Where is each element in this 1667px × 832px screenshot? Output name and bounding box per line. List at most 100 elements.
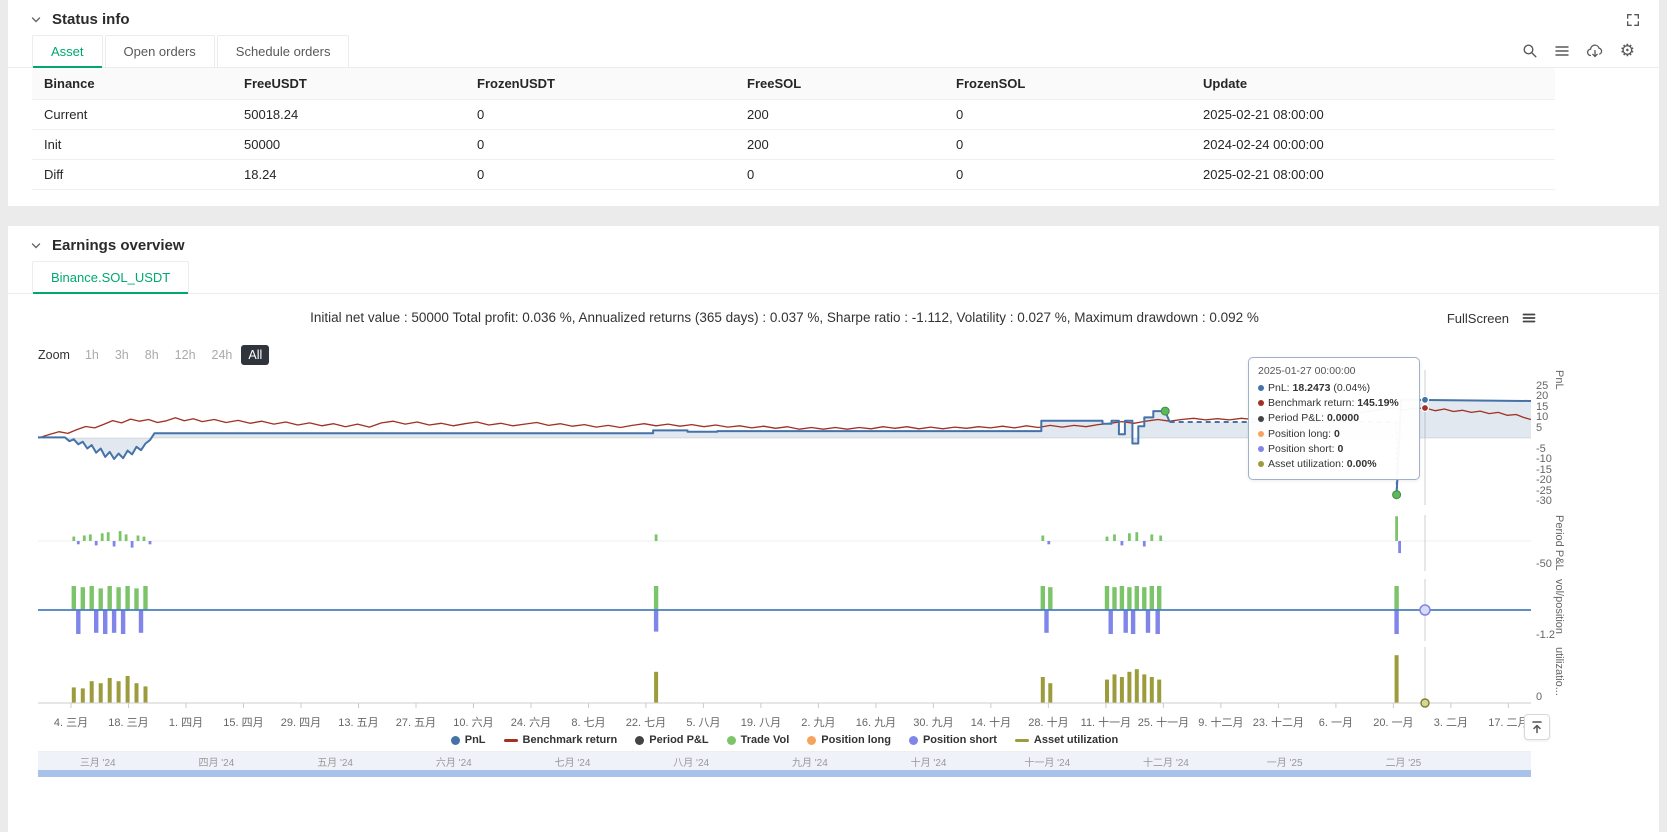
legend-item-position-short[interactable]: Position short xyxy=(908,734,997,746)
column-header: Binance xyxy=(32,68,232,100)
navigator-label: 十二月 '24 xyxy=(1143,758,1189,769)
legend-item-benchmark-return[interactable]: Benchmark return xyxy=(503,734,617,746)
table-row: Diff 18.24 0 0 0 2025-02-21 08:00:00 xyxy=(32,159,1555,190)
util-axis: 0 utilizatio... xyxy=(1531,647,1629,711)
x-tick-label: 8. 七月 xyxy=(571,717,606,729)
x-tick-label: 27. 五月 xyxy=(395,717,437,729)
tab-open-orders[interactable]: Open orders xyxy=(104,35,215,67)
table-cell: 18.24 xyxy=(232,159,465,190)
y-tick-label: 5 xyxy=(1536,421,1543,434)
x-tick-label: 9. 十二月 xyxy=(1198,717,1244,729)
earnings-panel-title: Earnings overview xyxy=(52,237,185,254)
summary-row: Initial net value : 50000 Total profit: … xyxy=(8,310,1659,332)
series-dot-icon xyxy=(1258,385,1264,392)
expand-icon[interactable] xyxy=(1625,12,1641,33)
x-axis-labels: 4. 三月 18. 三月 1. 四月 15. 四月 29. 四月 13. 五月 27. 五月… xyxy=(38,711,1531,729)
navigator-label: 九月 '24 xyxy=(791,758,828,769)
navigator-label: 二月 '25 xyxy=(1385,758,1422,769)
status-panel: Status info Asset Open orders Schedule o… xyxy=(8,0,1659,206)
x-tick-label: 2. 九月 xyxy=(801,717,836,729)
navigator-label: 三月 '24 xyxy=(79,758,116,769)
table-cell: 0 xyxy=(944,129,1191,160)
tab-asset[interactable]: Asset xyxy=(32,35,103,68)
gear-icon[interactable]: ⚙ xyxy=(1620,42,1635,59)
y-axis-title: utilizatio... xyxy=(1553,647,1565,696)
earnings-tabs-row: Binance.SOL_USDT xyxy=(8,261,1659,294)
zoom-button-3h[interactable]: 3h xyxy=(108,345,136,365)
zoom-label: Zoom xyxy=(38,348,70,362)
chart-navigator[interactable]: 三月 '24 四月 '24 五月 '24 六月 '24 七月 '24 八月 '24 九月 '… xyxy=(38,751,1531,777)
x-tick-label: 25. 十一月 xyxy=(1137,717,1190,729)
collapse-chevron-icon[interactable] xyxy=(30,240,42,252)
navigator-label: 四月 '24 xyxy=(198,758,235,769)
chart-menu-icon[interactable] xyxy=(1521,310,1537,326)
period-chart-row: -50 Period P&L xyxy=(38,515,1659,571)
legend-item-asset-utilization[interactable]: Asset utilization xyxy=(1014,734,1119,746)
series-dot-icon xyxy=(1258,461,1264,468)
table-cell[interactable]: Current xyxy=(32,99,232,130)
tooltip-row: Asset utilization: 0.00% xyxy=(1258,457,1410,472)
zoom-button-1h[interactable]: 1h xyxy=(78,345,106,365)
period-pnl-chart[interactable] xyxy=(38,515,1531,571)
status-panel-title: Status info xyxy=(52,11,130,28)
x-tick-label: 15. 四月 xyxy=(223,717,264,729)
legend-label: Trade Vol xyxy=(740,734,790,746)
cloud-download-icon[interactable] xyxy=(1586,43,1604,59)
navigator-label: 七月 '24 xyxy=(554,758,591,769)
legend-item-position-long[interactable]: Position long xyxy=(807,734,891,746)
fullscreen-button[interactable]: FullScreen xyxy=(1447,311,1509,326)
x-tick-label: 24. 六月 xyxy=(510,717,552,729)
legend-label: Asset utilization xyxy=(1033,734,1119,746)
zoom-button-8h[interactable]: 8h xyxy=(138,345,166,365)
table-cell: 50000 xyxy=(232,129,465,160)
x-tick-label: 23. 十二月 xyxy=(1252,717,1305,729)
table-cell: 2025-02-21 08:00:00 xyxy=(1191,99,1555,130)
table-row: Current 50018.24 0 200 0 2025-02-21 08:00:00 xyxy=(32,99,1555,130)
x-tick-label: 3. 二月 xyxy=(1433,717,1468,729)
table-cell: Init xyxy=(32,129,232,160)
legend-marker xyxy=(503,738,518,742)
table-cell: 0 xyxy=(465,129,735,160)
utilization-chart[interactable] xyxy=(38,647,1531,711)
series-dot-icon xyxy=(1258,446,1264,453)
column-header: FrozenUSDT xyxy=(465,68,735,100)
table-cell: 0 xyxy=(944,159,1191,190)
chart-tooltip: 2025-01-27 00:00:00 PnL: 18.2473 (0.04%)… xyxy=(1248,357,1420,481)
search-icon[interactable] xyxy=(1522,43,1538,59)
x-tick-label: 29. 四月 xyxy=(280,717,322,729)
tooltip-date: 2025-01-27 00:00:00 xyxy=(1258,365,1356,377)
legend-label: PnL xyxy=(464,734,486,746)
zoom-button-12h[interactable]: 12h xyxy=(168,345,203,365)
x-tick-label: 4. 三月 xyxy=(53,717,89,729)
chart-summary: Initial net value : 50000 Total profit: … xyxy=(310,310,1259,325)
x-tick-label: 6. 一月 xyxy=(1318,717,1354,729)
zoom-button-24h[interactable]: 24h xyxy=(205,345,240,365)
status-tabs-row: Asset Open orders Schedule orders ⚙ xyxy=(8,35,1659,68)
legend-item-period-p-l[interactable]: Period P&L xyxy=(635,734,709,746)
table-cell: 0 xyxy=(465,99,735,130)
tooltip-row: Benchmark return: 145.19% xyxy=(1258,396,1410,411)
legend-item-pnl[interactable]: PnL xyxy=(450,734,486,746)
tab-binance-sol-usdt[interactable]: Binance.SOL_USDT xyxy=(32,261,190,294)
x-tick-label: 17. 二月 xyxy=(1488,717,1529,729)
list-icon[interactable] xyxy=(1554,43,1570,59)
tab-schedule-orders[interactable]: Schedule orders xyxy=(216,35,350,67)
asset-table-header-row: Binance FreeUSDT FrozenUSDT FreeSOL FrozenSO… xyxy=(32,68,1555,100)
collapse-chevron-icon[interactable] xyxy=(30,14,42,26)
period-axis: -50 Period P&L xyxy=(1531,515,1629,571)
asset-table: Binance FreeUSDT FrozenUSDT FreeSOL FrozenSO… xyxy=(32,68,1555,190)
legend-label: Position short xyxy=(922,734,997,746)
x-tick-label: 1. 四月 xyxy=(168,717,204,729)
table-cell: 0 xyxy=(465,159,735,190)
back-to-top-button[interactable] xyxy=(1524,714,1550,740)
util-chart-row: 0 utilizatio... xyxy=(38,647,1659,711)
zoom-button-all[interactable]: All xyxy=(241,345,270,365)
vol-position-chart[interactable] xyxy=(38,579,1531,641)
legend-marker xyxy=(807,735,817,745)
legend-item-trade-vol[interactable]: Trade Vol xyxy=(726,734,790,746)
navigator-label: 五月 '24 xyxy=(317,758,353,769)
table-cell: 0 xyxy=(735,159,944,190)
arrow-up-to-line-icon xyxy=(1532,721,1542,734)
legend-marker xyxy=(726,735,736,745)
legend-label: Period P&L xyxy=(649,734,709,746)
